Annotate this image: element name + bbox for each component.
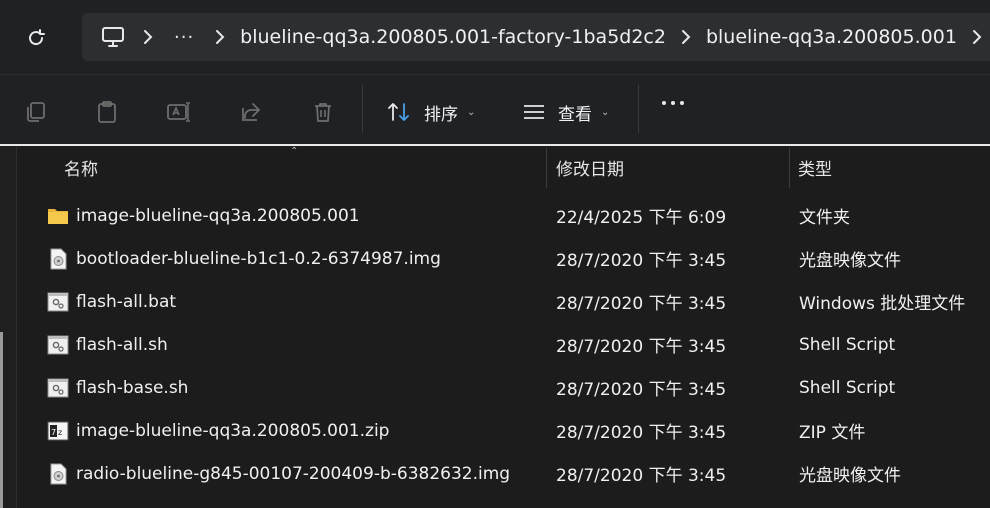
copy-button[interactable] bbox=[20, 97, 50, 127]
breadcrumb-item-factory[interactable]: blueline-qq3a.200805.001-factory-1ba5d2c… bbox=[240, 26, 666, 48]
svg-text:z: z bbox=[58, 428, 62, 437]
breadcrumb[interactable]: ··· blueline-qq3a.200805.001-factory-1ba… bbox=[82, 13, 990, 61]
file-name: bootloader-blueline-b1c1-0.2-6374987.img bbox=[76, 248, 441, 269]
file-name: flash-base.sh bbox=[76, 377, 189, 398]
sort-button[interactable]: 排序 ⌄ bbox=[386, 97, 475, 127]
file-name: image-blueline-qq3a.200805.001 bbox=[76, 205, 360, 226]
share-icon bbox=[242, 103, 260, 121]
disc-image-icon bbox=[47, 248, 69, 270]
file-row[interactable]: flash-all.sh 28/7/2020 下午 3:45 Shell Scrip… bbox=[17, 323, 990, 366]
column-header-modified[interactable]: 修改日期 bbox=[556, 146, 786, 188]
more-dot bbox=[671, 101, 675, 105]
chevron-right-icon[interactable] bbox=[213, 29, 227, 45]
file-row[interactable]: flash-base.sh 28/7/2020 下午 3:45 Shell Scri… bbox=[17, 366, 990, 409]
file-modified: 28/7/2020 下午 3:45 bbox=[556, 337, 727, 357]
rename-icon bbox=[167, 102, 190, 122]
script-icon bbox=[47, 291, 69, 313]
file-type: Shell Script bbox=[799, 334, 896, 355]
file-modified: 22/4/2025 下午 6:09 bbox=[556, 208, 727, 228]
column-header-modified-label: 修改日期 bbox=[556, 159, 624, 180]
column-header-name[interactable]: 名称 bbox=[64, 146, 544, 188]
file-name: image-blueline-qq3a.200805.001.zip bbox=[76, 420, 390, 441]
file-row[interactable]: radio-blueline-g845-00107-200409-b-63826… bbox=[17, 452, 990, 495]
share-button[interactable] bbox=[236, 97, 266, 127]
zip-icon: 7z bbox=[47, 420, 69, 442]
column-header-type[interactable]: 类型 bbox=[798, 146, 988, 188]
delete-button[interactable] bbox=[308, 97, 338, 127]
refresh-button[interactable] bbox=[18, 20, 54, 56]
file-type: ZIP 文件 bbox=[799, 423, 866, 443]
trash-icon bbox=[315, 103, 331, 122]
breadcrumb-item-current[interactable]: blueline-qq3a.200805.001 bbox=[706, 26, 957, 48]
column-header-type-label: 类型 bbox=[798, 159, 832, 180]
svg-text:7: 7 bbox=[51, 428, 56, 437]
file-modified: 28/7/2020 下午 3:45 bbox=[556, 294, 727, 314]
file-row[interactable]: flash-all.bat 28/7/2020 下午 3:45 Windows 批处… bbox=[17, 280, 990, 323]
command-bar: 排序 ⌄ 查看 ⌄ bbox=[0, 74, 990, 147]
file-modified: 28/7/2020 下午 3:45 bbox=[556, 251, 727, 271]
chevron-right-icon[interactable] bbox=[679, 29, 693, 45]
toolbar-divider bbox=[638, 85, 639, 133]
file-name: radio-blueline-g845-00107-200409-b-63826… bbox=[76, 463, 511, 484]
file-row[interactable]: bootloader-blueline-b1c1-0.2-6374987.img… bbox=[17, 237, 990, 280]
file-row[interactable]: 7 z image-blueline-qq3a.200805.001.zip 28/7… bbox=[17, 409, 990, 452]
file-modified: 28/7/2020 下午 3:45 bbox=[556, 423, 727, 443]
file-type: Shell Script bbox=[799, 377, 896, 398]
file-row[interactable]: image-blueline-qq3a.200805.001 22/4/2025 … bbox=[17, 194, 990, 237]
column-header: 名称 修改日期 类型 bbox=[17, 146, 990, 188]
column-divider[interactable] bbox=[546, 148, 547, 188]
file-type: 光盘映像文件 bbox=[799, 251, 901, 271]
this-pc-button[interactable] bbox=[98, 22, 128, 52]
scrollbar-thumb[interactable] bbox=[0, 332, 3, 508]
more-options-button[interactable] bbox=[662, 101, 684, 105]
file-type: 光盘映像文件 bbox=[799, 466, 901, 486]
file-type: Windows 批处理文件 bbox=[799, 294, 966, 314]
file-modified: 28/7/2020 下午 3:45 bbox=[556, 380, 727, 400]
script-icon bbox=[47, 377, 69, 399]
chevron-right-icon[interactable] bbox=[141, 29, 155, 45]
chevron-right-icon[interactable] bbox=[970, 29, 984, 45]
rename-button[interactable] bbox=[164, 97, 194, 127]
view-button[interactable]: 查看 ⌄ bbox=[522, 97, 609, 127]
view-list-icon bbox=[524, 105, 544, 119]
paste-button[interactable] bbox=[92, 97, 122, 127]
toolbar-divider bbox=[362, 85, 363, 133]
file-type: 文件夹 bbox=[799, 208, 850, 228]
file-modified: 28/7/2020 下午 3:45 bbox=[556, 466, 727, 486]
more-dot bbox=[662, 101, 666, 105]
sort-label: 排序 bbox=[424, 104, 458, 125]
chevron-down-icon: ⌄ bbox=[467, 106, 476, 118]
folder-icon bbox=[47, 205, 69, 227]
script-icon bbox=[47, 334, 69, 356]
file-name: flash-all.sh bbox=[76, 334, 168, 355]
copy-icon bbox=[27, 102, 45, 122]
refresh-icon bbox=[29, 29, 45, 46]
sort-icon bbox=[388, 103, 409, 121]
view-label: 查看 bbox=[558, 104, 592, 125]
disc-image-icon bbox=[47, 463, 69, 485]
file-name: flash-all.bat bbox=[76, 291, 177, 312]
chevron-down-icon: ⌄ bbox=[601, 106, 610, 118]
address-bar-region: ··· blueline-qq3a.200805.001-factory-1ba… bbox=[0, 0, 990, 74]
clipboard-icon bbox=[98, 101, 116, 123]
monitor-icon bbox=[102, 27, 124, 47]
breadcrumb-overflow-button[interactable]: ··· bbox=[174, 27, 194, 48]
column-header-name-label: 名称 bbox=[64, 159, 98, 180]
more-dot bbox=[680, 101, 684, 105]
column-divider[interactable] bbox=[789, 148, 790, 188]
